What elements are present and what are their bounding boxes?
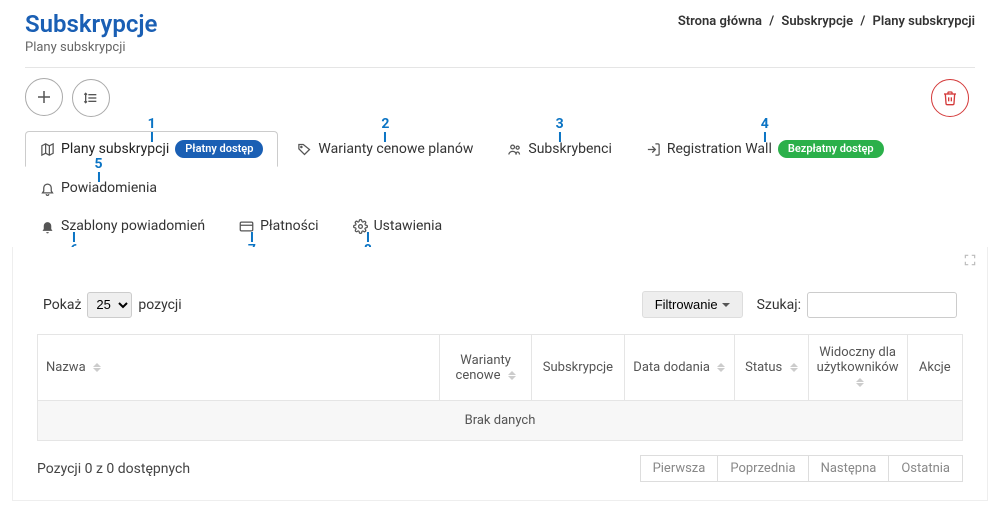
tab-label: Subskrybenci bbox=[528, 141, 611, 157]
page-size-select[interactable]: 25 bbox=[87, 292, 132, 318]
tab-label: Registration Wall bbox=[667, 141, 772, 157]
page-first[interactable]: Pierwsza bbox=[640, 455, 719, 482]
tab-label: Plany subskrypcji bbox=[61, 141, 169, 157]
login-icon bbox=[646, 142, 661, 157]
users-icon bbox=[507, 142, 522, 157]
annotation-marker: 1 bbox=[148, 116, 156, 142]
tab-label: Powiadomienia bbox=[61, 180, 157, 196]
table-empty-row: Brak danych bbox=[38, 401, 963, 441]
data-table: Nazwa Warianty cenowe Subskrypcje Data d… bbox=[37, 334, 963, 441]
show-entries-label-post: pozycji bbox=[138, 297, 181, 313]
tag-icon bbox=[297, 142, 312, 157]
map-icon bbox=[40, 142, 55, 157]
page-title: Subskrypcje bbox=[25, 10, 157, 38]
sort-icon bbox=[93, 363, 101, 372]
trash-icon bbox=[942, 90, 958, 106]
gear-icon bbox=[353, 219, 368, 234]
column-header[interactable]: Widoczny dla użytkowników bbox=[808, 335, 907, 401]
breadcrumb-separator: / bbox=[765, 14, 778, 29]
breadcrumb-item: Plany subskrypcji bbox=[873, 14, 975, 29]
tab-ustawienia[interactable]: 8 Ustawienia bbox=[338, 209, 458, 243]
reorder-icon bbox=[83, 90, 99, 106]
column-header[interactable]: Warianty cenowe bbox=[440, 335, 532, 401]
fullscreen-icon[interactable] bbox=[963, 253, 977, 267]
chevron-down-icon bbox=[722, 303, 730, 307]
tab-registration-wall[interactable]: 4 Registration Wall Bezpłatny dostęp bbox=[631, 131, 899, 167]
page-last[interactable]: Ostatnia bbox=[888, 455, 963, 482]
divider bbox=[25, 67, 975, 68]
data-panel: Pokaż 25 pozycji Filtrowanie Szukaj: bbox=[12, 247, 988, 501]
bell-solid-icon bbox=[40, 219, 55, 234]
page-subtitle: Plany subskrypcji bbox=[25, 40, 157, 55]
column-header[interactable]: Subskrypcje bbox=[532, 335, 624, 401]
search-label: Szukaj: bbox=[757, 297, 801, 313]
breadcrumb-item[interactable]: Subskrypcje bbox=[781, 14, 853, 29]
credit-card-icon bbox=[239, 219, 254, 234]
sort-icon bbox=[856, 378, 864, 387]
filter-button[interactable]: Filtrowanie bbox=[642, 291, 743, 318]
tab-plany-subskrypcji[interactable]: 1 Plany subskrypcji Płatny dostęp bbox=[25, 131, 278, 167]
pagination: Pierwsza Poprzednia Następna Ostatnia bbox=[641, 455, 963, 482]
tab-badge: Płatny dostęp bbox=[175, 140, 263, 158]
column-header[interactable]: Status bbox=[734, 335, 808, 401]
tab-warianty-cenowe[interactable]: 2 Warianty cenowe planów bbox=[282, 131, 488, 167]
add-button[interactable] bbox=[25, 78, 63, 116]
tab-szablony-powiadomien[interactable]: 6 Szablony powiadomień bbox=[25, 209, 220, 243]
tab-platnosci[interactable]: 7 Płatności bbox=[224, 209, 334, 243]
delete-button[interactable] bbox=[931, 79, 969, 117]
show-entries-label-pre: Pokaż bbox=[43, 297, 81, 313]
tab-label: Ustawienia bbox=[374, 218, 443, 234]
annotation-marker: 2 bbox=[381, 116, 389, 142]
page-next[interactable]: Następna bbox=[808, 455, 890, 482]
annotation-marker: 4 bbox=[761, 116, 769, 142]
reorder-button[interactable] bbox=[72, 79, 110, 117]
plus-icon bbox=[35, 88, 53, 106]
page-prev[interactable]: Poprzednia bbox=[717, 455, 808, 482]
column-header[interactable]: Data dodania bbox=[624, 335, 734, 401]
sort-icon bbox=[790, 363, 798, 372]
search-input[interactable] bbox=[807, 292, 957, 318]
tab-label: Szablony powiadomień bbox=[61, 218, 205, 234]
column-header[interactable]: Nazwa bbox=[38, 335, 440, 401]
tab-label: Płatności bbox=[260, 218, 319, 234]
column-header: Akcje bbox=[907, 335, 962, 401]
sort-icon bbox=[717, 363, 725, 372]
table-info: Pozycji 0 z 0 dostępnych bbox=[37, 461, 190, 477]
bell-icon bbox=[40, 181, 55, 196]
breadcrumb: Strona główna / Subskrypcje / Plany subs… bbox=[678, 10, 975, 29]
tab-bar: 1 Plany subskrypcji Płatny dostęp 2 Wari… bbox=[0, 117, 1000, 247]
sort-icon bbox=[508, 371, 516, 380]
annotation-marker: 3 bbox=[556, 116, 564, 142]
tab-powiadomienia[interactable]: 5 Powiadomienia bbox=[25, 171, 172, 205]
breadcrumb-separator: / bbox=[856, 14, 869, 29]
tab-subskrybenci[interactable]: 3 Subskrybenci bbox=[492, 131, 626, 167]
tab-badge: Bezpłatny dostęp bbox=[778, 140, 884, 158]
tab-label: Warianty cenowe planów bbox=[318, 141, 473, 157]
breadcrumb-item[interactable]: Strona główna bbox=[678, 14, 762, 29]
